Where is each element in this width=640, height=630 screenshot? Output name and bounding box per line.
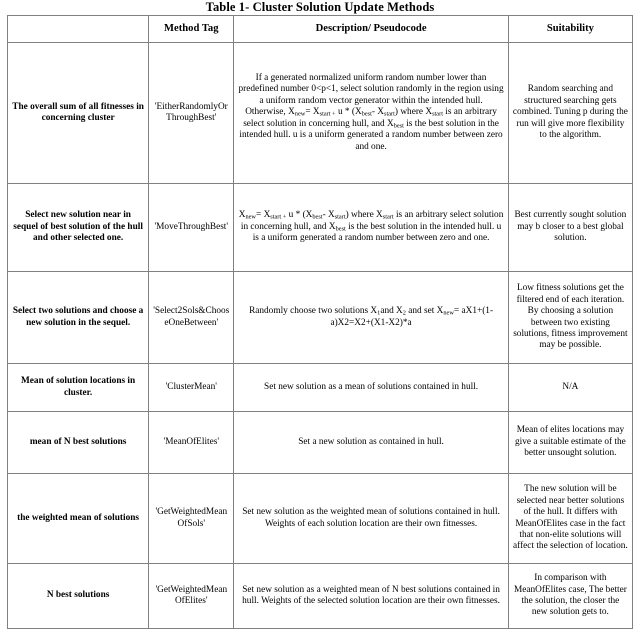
table-header: Method Tag Description/ Pseudocode Suita… (6, 15, 634, 43)
table-row: Select new solution near in sequel of be… (6, 183, 634, 272)
column-header-method-tag: Method Tag (148, 15, 235, 43)
row-method-tag: 'MeanOfElites' (148, 411, 235, 474)
table-row: Mean of solution locations in cluster. '… (6, 363, 634, 412)
table-body: The overall sum of all fitnesses in conc… (6, 42, 634, 629)
row-suitability: Low fitness solutions get the filtered e… (507, 271, 634, 364)
table-row: N best solutions 'GetWeightedMeanOfElite… (6, 563, 634, 629)
row-description: Set new solution as the weighted mean of… (233, 473, 509, 564)
row-label: The overall sum of all fitnesses in conc… (6, 42, 150, 184)
row-suitability: In comparison with MeanOfElites case, Th… (507, 563, 634, 629)
row-description: Set a new solution as contained in hull. (233, 411, 509, 474)
row-description: Set new solution as a mean of solutions … (233, 363, 509, 412)
row-label: Mean of solution locations in cluster. (6, 363, 150, 412)
row-description: Set new solution as a weighted mean of N… (233, 563, 509, 629)
table-row: The overall sum of all fitnesses in conc… (6, 42, 634, 184)
table-header-row: Method Tag Description/ Pseudocode Suita… (6, 15, 634, 43)
column-header-blank (6, 15, 150, 43)
column-header-suitability: Suitability (507, 15, 634, 43)
column-header-description-pseudocode: Description/ Pseudocode (233, 15, 509, 43)
row-suitability: N/A (507, 363, 634, 412)
row-description: If a generated normalized uniform random… (233, 42, 509, 184)
row-label: Select two solutions and choose a new so… (6, 271, 150, 364)
row-method-tag: 'GetWeightedMeanOfSols' (148, 473, 235, 564)
table-row: the weighted mean of solutions 'GetWeigh… (6, 473, 634, 564)
row-suitability: Random searching and structured searchin… (507, 42, 634, 184)
row-label: the weighted mean of solutions (6, 473, 150, 564)
row-label: Select new solution near in sequel of be… (6, 183, 150, 272)
row-suitability: The new solution will be selected near b… (507, 473, 634, 564)
table-caption: Table 1- Cluster Solution Update Methods (205, 0, 435, 14)
row-suitability: Mean of elites locations may give a suit… (507, 411, 634, 474)
row-method-tag: 'EitherRandomlyOrThroughBest' (148, 42, 235, 184)
row-label: mean of N best solutions (6, 411, 150, 474)
row-method-tag: 'MoveThroughBest' (148, 183, 235, 272)
row-description: Xnew= Xstart + u * (Xbest- Xstart) where… (233, 183, 509, 272)
row-method-tag: 'GetWeightedMeanOfElites' (148, 563, 235, 629)
cluster-solution-update-methods-table: Method Tag Description/ Pseudocode Suita… (6, 15, 634, 629)
document-page: Table 1- Cluster Solution Update Methods… (0, 0, 640, 630)
table-row: mean of N best solutions 'MeanOfElites' … (6, 411, 634, 474)
row-description: Randomly choose two solutions X1and X2 a… (233, 271, 509, 364)
row-method-tag: 'ClusterMean' (148, 363, 235, 412)
table-row: Select two solutions and choose a new so… (6, 271, 634, 364)
row-method-tag: 'Select2Sols&ChooseOneBetween' (148, 271, 235, 364)
row-suitability: Best currently sought solution may b clo… (507, 183, 634, 272)
row-label: N best solutions (6, 563, 150, 629)
